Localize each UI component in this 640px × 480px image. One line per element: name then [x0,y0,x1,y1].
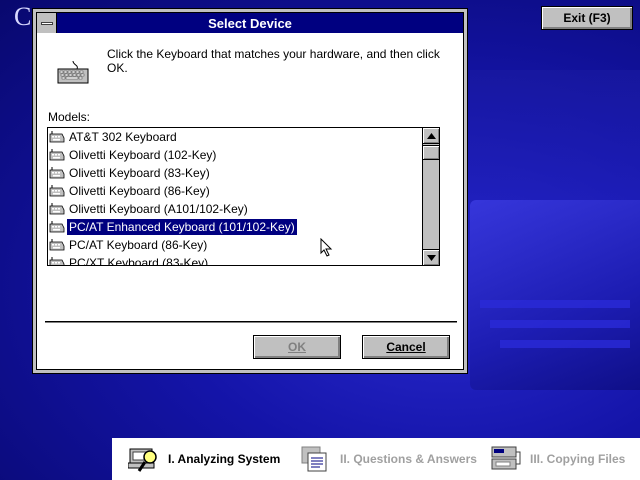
mouse-cursor-icon [320,238,333,257]
scroll-down-button[interactable] [423,249,439,265]
keyboard-icon [57,61,89,84]
step-analyzing-system: I. Analyzing System [128,445,280,473]
keyboard-item-icon [49,149,65,161]
list-item[interactable]: Olivetti Keyboard (83-Key) [48,164,422,182]
setup-progress-bar: I. Analyzing System II. Questions & Answ… [112,438,640,480]
floppy-copy-icon [491,446,521,470]
list-item-label: PC/XT Keyboard (83-Key) [69,256,209,266]
dialog-title: Select Device [208,15,292,31]
background-title: C [14,2,33,31]
dialog-titlebar: Select Device [37,13,463,33]
list-item[interactable]: Olivetti Keyboard (A101/102-Key) [48,200,422,218]
exit-button[interactable]: Exit (F3) [541,6,633,30]
arrow-up-icon [426,132,436,139]
keyboard-item-icon [49,239,65,251]
keyboard-item-icon [49,185,65,197]
models-list: AT&T 302 Keyboard Olivetti Keyboard (102-… [48,128,422,266]
keyboard-item-icon [49,131,65,143]
background-monitor [470,70,640,220]
list-item-label: Olivetti Keyboard (A101/102-Key) [69,202,248,216]
background-keyrow [500,340,630,348]
step-questions-answers: II. Questions & Answers [300,445,477,473]
instruction-text: Click the Keyboard that matches your har… [107,47,440,75]
list-item[interactable]: PC/AT Keyboard (86-Key) [48,236,422,254]
divider [45,321,457,323]
list-item[interactable]: Olivetti Keyboard (102-Key) [48,146,422,164]
ok-button[interactable]: OK [253,335,341,359]
cancel-button[interactable]: Cancel [362,335,450,359]
background-keyrow [480,300,630,308]
step-label: I. Analyzing System [168,452,281,466]
documents-icon [301,446,327,472]
models-label: Models: [48,110,91,124]
keyboard-item-icon [49,257,65,265]
background-keyboard [470,200,640,390]
system-menu-icon [40,21,53,25]
list-item-label: PC/AT Enhanced Keyboard (101/102-Key) [67,219,297,235]
select-device-dialog: Select Device Click the Keyboard that ma… [36,12,464,370]
step-label: II. Questions & Answers [340,452,477,466]
models-listbox[interactable]: AT&T 302 Keyboard Olivetti Keyboard (102-… [47,127,440,266]
step-copying-files: III. Copying Files [490,445,625,473]
scroll-thumb[interactable] [423,145,439,160]
background-keyrow [490,320,630,328]
system-menu-button[interactable] [37,13,57,33]
magnifier-computer-icon [128,448,157,472]
list-item[interactable]: AT&T 302 Keyboard [48,128,422,146]
step-label: III. Copying Files [530,452,626,466]
scroll-up-button[interactable] [423,128,439,144]
vertical-scrollbar[interactable] [422,128,439,265]
list-item-label: Olivetti Keyboard (86-Key) [69,184,210,198]
list-item-label: PC/AT Keyboard (86-Key) [69,238,208,252]
list-item-label: Olivetti Keyboard (83-Key) [69,166,210,180]
list-item-label: AT&T 302 Keyboard [69,130,177,144]
list-item-label: Olivetti Keyboard (102-Key) [69,148,217,162]
keyboard-item-icon [49,221,65,233]
list-item[interactable]: PC/XT Keyboard (83-Key) [48,254,422,266]
list-item[interactable]: Olivetti Keyboard (86-Key) [48,182,422,200]
list-item[interactable]: PC/AT Enhanced Keyboard (101/102-Key) [48,218,422,236]
keyboard-item-icon [49,203,65,215]
keyboard-item-icon [49,167,65,179]
arrow-down-icon [426,254,436,261]
